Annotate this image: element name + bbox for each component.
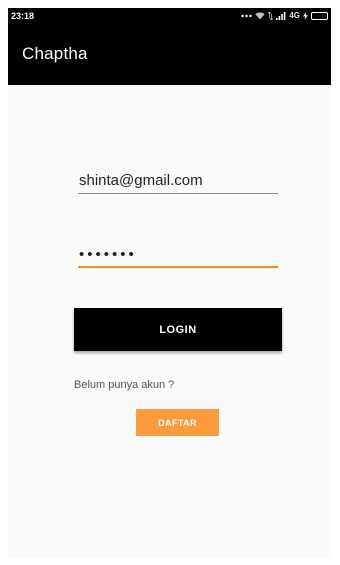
wifi-icon bbox=[255, 11, 266, 20]
status-time: 23:18 bbox=[11, 11, 35, 21]
status-bar: 23:18 4G bbox=[8, 8, 331, 28]
register-prompt: Belum punya akun ? bbox=[74, 379, 175, 391]
status-icons: 4G bbox=[241, 11, 328, 20]
battery-icon bbox=[311, 11, 328, 20]
password-underline bbox=[78, 266, 278, 268]
app-bar: 23:18 4G Chaptha bbox=[8, 8, 331, 85]
phone-screen: 23:18 4G Chaptha shinta@gmail.com ••••••… bbox=[8, 8, 331, 558]
charging-icon bbox=[303, 11, 308, 20]
login-button[interactable]: LOGIN bbox=[74, 308, 282, 351]
data-arrows-icon bbox=[268, 11, 274, 20]
email-underline bbox=[78, 193, 278, 194]
password-input[interactable] bbox=[78, 242, 278, 266]
register-button[interactable]: DAFTAR bbox=[136, 409, 219, 436]
more-dots-icon bbox=[241, 14, 253, 18]
email-input[interactable] bbox=[78, 168, 278, 192]
email-field bbox=[78, 168, 278, 194]
network-type-label: 4G bbox=[289, 11, 300, 20]
password-field bbox=[78, 242, 278, 268]
signal-icon bbox=[276, 11, 286, 20]
app-title: Chaptha bbox=[22, 44, 88, 63]
